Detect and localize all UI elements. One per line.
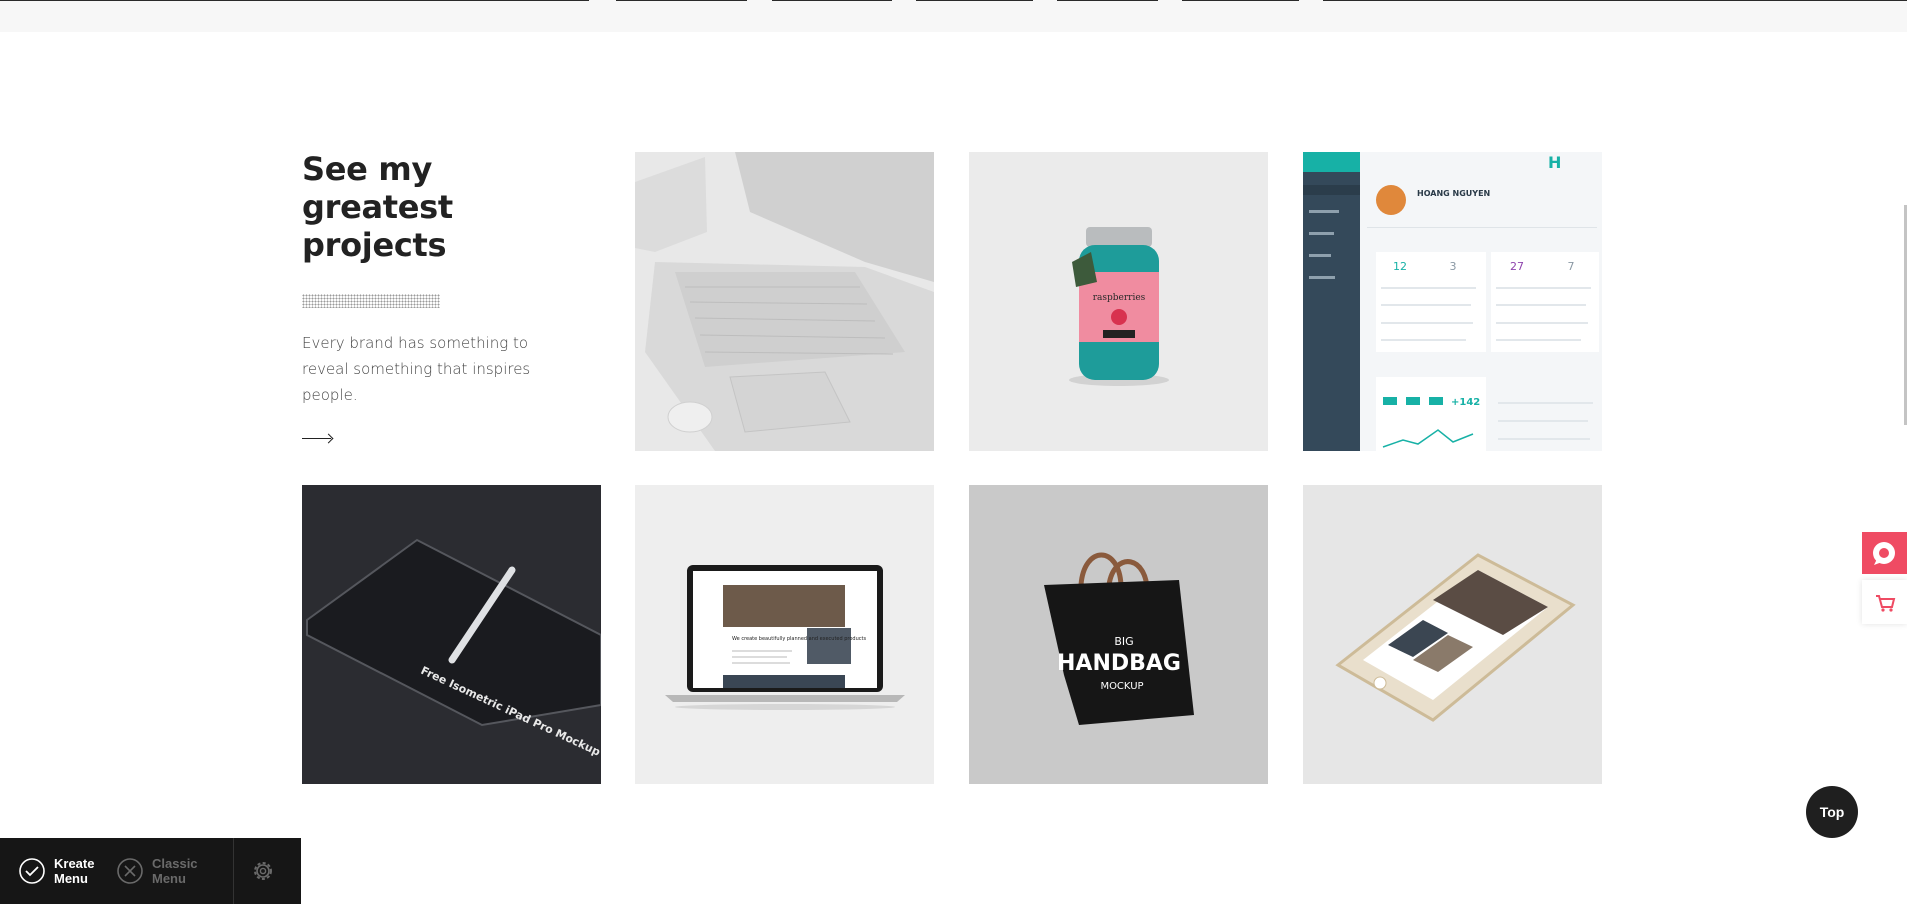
classic-menu-option[interactable]: Classic Menu <box>116 838 202 904</box>
project-ipad[interactable]: Free Isometric iPad Pro Mockup <box>302 485 601 784</box>
project-macbook[interactable]: We create beautifully planned and execut… <box>635 485 934 784</box>
stat-value: 12 <box>1393 260 1407 273</box>
divider <box>1182 0 1299 1</box>
chat-button[interactable] <box>1862 532 1907 574</box>
jar-label: raspberries <box>1093 293 1146 303</box>
stat-value: 7 <box>1568 260 1575 273</box>
top-strip <box>0 0 1907 32</box>
project-laptop[interactable] <box>635 152 934 451</box>
projects-intro: See my greatest projects Every brand has… <box>302 150 572 444</box>
divider <box>233 838 234 904</box>
section-heading: See my greatest projects <box>302 150 453 264</box>
stat-value: 27 <box>1510 260 1524 273</box>
project-handbag[interactable]: BIG HANDBAG MOCKUP <box>969 485 1268 784</box>
kreate-menu-label: Kreate Menu <box>54 856 95 886</box>
check-circle-icon <box>19 858 45 884</box>
divider <box>0 0 589 1</box>
macbook-mockup-image: We create beautifully planned and execut… <box>635 485 934 784</box>
divider <box>1323 0 1907 1</box>
macbook-label: We create beautifully planned and execut… <box>732 636 866 642</box>
shopping-cart-icon <box>1876 595 1896 612</box>
kreate-menu-option[interactable]: Kreate Menu <box>18 838 100 904</box>
back-to-top-button[interactable]: Top <box>1806 786 1858 838</box>
project-dashboard[interactable]: H HOANG NGUYEN 12 3 27 7 +142 <box>1303 152 1602 451</box>
menu-switcher: Kreate Menu Classic Menu <box>0 838 301 904</box>
handbag-label-top: BIG <box>1114 635 1133 648</box>
divider <box>1057 0 1158 1</box>
dashboard-ui-image: H HOANG NGUYEN 12 3 27 7 +142 <box>1303 152 1602 451</box>
ipad-mockup-image: Free Isometric iPad Pro Mockup <box>302 485 601 784</box>
iphone-mockup-image <box>1303 485 1602 784</box>
gear-icon[interactable] <box>250 858 276 884</box>
jar-mockup-image: raspberries <box>969 152 1268 451</box>
divider <box>772 0 892 1</box>
cart-button[interactable] <box>1862 580 1907 624</box>
close-circle-icon <box>117 858 143 884</box>
chat-bubble-icon <box>1873 542 1895 565</box>
classic-menu-label: Classic Menu <box>152 856 198 886</box>
handbag-label-bottom: MOCKUP <box>1100 681 1143 692</box>
svg-text:H: H <box>1548 153 1561 172</box>
divider <box>916 0 1033 1</box>
section-description: Every brand has something to reveal some… <box>302 334 531 404</box>
handbag-mockup-image: BIG HANDBAG MOCKUP <box>969 485 1268 784</box>
project-iphone[interactable] <box>1303 485 1602 784</box>
stat-value: 3 <box>1450 260 1457 273</box>
dashboard-username: HOANG NGUYEN <box>1417 189 1490 198</box>
divider <box>616 0 747 1</box>
laptop-mockup-image <box>635 152 934 451</box>
project-jar[interactable]: raspberries <box>969 152 1268 451</box>
dotted-divider <box>302 294 440 308</box>
arrow-right-icon[interactable] <box>302 432 332 444</box>
handbag-label-main: HANDBAG <box>1057 651 1181 676</box>
stat-value: +142 <box>1451 397 1480 408</box>
